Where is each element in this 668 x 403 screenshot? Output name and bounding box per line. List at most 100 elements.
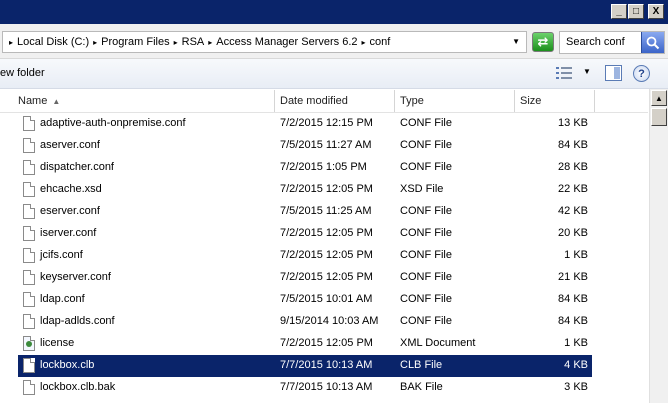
file-icon — [23, 116, 35, 131]
breadcrumb[interactable]: ▸ Local Disk (C:) ▸ Program Files ▸ RSA ▸ Ac… — [2, 31, 527, 53]
refresh-button[interactable]: ⇄ — [532, 32, 554, 52]
breadcrumb-item[interactable]: ▸ conf — [358, 36, 391, 48]
file-name: lockbox.clb.bak — [40, 381, 116, 393]
file-name: ldap.conf — [40, 293, 85, 305]
file-row[interactable]: ehcache.xsd 7/2/2015 12:05 PM XSD File 22 K… — [18, 179, 592, 201]
file-row[interactable]: ldap.conf 7/5/2015 10:01 AM CONF File 84 KB — [18, 289, 592, 311]
close-button[interactable]: X — [648, 4, 664, 19]
file-icon — [23, 248, 35, 263]
file-row[interactable]: aserver.conf 7/5/2015 11:27 AM CONF File 84… — [18, 135, 592, 157]
file-icon — [23, 182, 35, 197]
file-name: aserver.conf — [40, 139, 100, 151]
breadcrumb-item[interactable]: ▸ Access Manager Servers 6.2 — [204, 36, 357, 48]
file-row[interactable]: jcifs.conf 7/2/2015 12:05 PM CONF File 1 KB — [18, 245, 592, 267]
file-type: CONF File — [400, 293, 452, 305]
scroll-thumb[interactable] — [651, 108, 667, 126]
file-size: 42 KB — [558, 205, 588, 217]
command-toolbar: ew folder ▼ ? — [0, 59, 668, 89]
file-icon — [23, 160, 35, 175]
file-type: CONF File — [400, 205, 452, 217]
new-folder-button[interactable]: ew folder — [0, 67, 45, 79]
file-type: XML Document — [400, 337, 476, 349]
search-placeholder: Search conf — [566, 36, 625, 48]
column-header-name[interactable]: Name ▲ — [13, 90, 275, 112]
search-button[interactable] — [641, 32, 664, 53]
file-date-modified: 7/2/2015 12:15 PM — [280, 117, 373, 129]
file-icon — [23, 358, 35, 373]
breadcrumb-item[interactable]: ▸ RSA — [170, 36, 205, 48]
column-header-date[interactable]: Date modified — [275, 90, 395, 112]
file-type: CLB File — [400, 359, 443, 371]
file-size: 28 KB — [558, 161, 588, 173]
file-row[interactable]: dispatcher.conf 7/2/2015 1:05 PM CONF File… — [18, 157, 592, 179]
file-icon — [23, 314, 35, 329]
file-icon — [23, 380, 35, 395]
file-size: 84 KB — [558, 293, 588, 305]
file-name: dispatcher.conf — [40, 161, 114, 173]
file-icon — [23, 204, 35, 219]
file-date-modified: 7/2/2015 12:05 PM — [280, 271, 373, 283]
file-type: CONF File — [400, 249, 452, 261]
file-size: 20 KB — [558, 227, 588, 239]
search-input[interactable]: Search conf — [559, 31, 665, 54]
file-type: CONF File — [400, 271, 452, 283]
file-type: CONF File — [400, 227, 452, 239]
minimize-button[interactable]: _ — [611, 4, 627, 19]
file-date-modified: 7/2/2015 12:05 PM — [280, 227, 373, 239]
file-date-modified: 7/2/2015 12:05 PM — [280, 337, 373, 349]
file-date-modified: 7/7/2015 10:13 AM — [280, 359, 373, 371]
chevron-right-icon[interactable]: ▸ — [174, 38, 178, 47]
file-type: CONF File — [400, 117, 452, 129]
chevron-right-icon[interactable]: ▸ — [362, 38, 366, 47]
file-size: 4 KB — [564, 359, 588, 371]
file-size: 13 KB — [558, 117, 588, 129]
file-size: 84 KB — [558, 315, 588, 327]
address-bar: ▸ Local Disk (C:) ▸ Program Files ▸ RSA ▸ Ac… — [0, 24, 668, 59]
file-name: lockbox.clb — [40, 359, 95, 371]
xml-file-icon — [23, 336, 35, 351]
file-row[interactable]: ldap-adlds.conf 9/15/2014 10:03 AM CONF Fi… — [18, 311, 592, 333]
title-bar: _ □ X — [0, 0, 668, 24]
column-header-size[interactable]: Size — [515, 90, 595, 112]
file-row[interactable]: iserver.conf 7/2/2015 12:05 PM CONF File 20… — [18, 223, 592, 245]
chevron-right-icon[interactable]: ▸ — [9, 38, 13, 47]
file-row[interactable]: adaptive-auth-onpremise.conf 7/2/2015 12:… — [18, 113, 592, 135]
file-date-modified: 7/7/2015 10:13 AM — [280, 381, 373, 393]
file-type: XSD File — [400, 183, 444, 195]
refresh-icon: ⇄ — [537, 34, 549, 49]
maximize-button[interactable]: □ — [628, 4, 644, 19]
file-type: CONF File — [400, 139, 452, 151]
view-details-icon[interactable] — [556, 67, 572, 79]
vertical-scrollbar[interactable]: ▲ — [649, 89, 668, 403]
file-list: Name ▲ Date modified Type Size adaptive-a… — [0, 89, 668, 403]
chevron-right-icon[interactable]: ▸ — [208, 38, 212, 47]
file-date-modified: 7/5/2015 11:25 AM — [280, 205, 372, 217]
file-row[interactable]: lockbox.clb 7/7/2015 10:13 AM CLB File 4 KB — [18, 355, 592, 377]
file-date-modified: 7/5/2015 11:27 AM — [280, 139, 372, 151]
file-icon — [23, 292, 35, 307]
file-icon — [23, 270, 35, 285]
address-dropdown-icon[interactable]: ▼ — [512, 37, 520, 46]
preview-pane-icon[interactable] — [605, 65, 622, 81]
file-date-modified: 7/2/2015 12:05 PM — [280, 249, 373, 261]
column-header-type[interactable]: Type — [395, 90, 515, 112]
file-name: iserver.conf — [40, 227, 97, 239]
chevron-right-icon[interactable]: ▸ — [93, 38, 97, 47]
file-row[interactable]: eserver.conf 7/5/2015 11:25 AM CONF File 42… — [18, 201, 592, 223]
file-row[interactable]: lockbox.clb.bak 7/7/2015 10:13 AM BAK File… — [18, 377, 592, 399]
view-dropdown-icon[interactable]: ▼ — [583, 67, 591, 76]
file-size: 21 KB — [558, 271, 588, 283]
breadcrumb-item[interactable]: ▸ Local Disk (C:) — [5, 36, 89, 48]
help-icon[interactable]: ? — [633, 65, 650, 82]
file-type: CONF File — [400, 315, 452, 327]
file-row[interactable]: keyserver.conf 7/2/2015 12:05 PM CONF File… — [18, 267, 592, 289]
file-name: license — [40, 337, 75, 349]
file-name: ldap-adlds.conf — [40, 315, 115, 327]
file-name: jcifs.conf — [40, 249, 83, 261]
breadcrumb-item[interactable]: ▸ Program Files — [89, 36, 169, 48]
file-size: 1 KB — [564, 249, 588, 261]
scroll-up-button[interactable]: ▲ — [651, 90, 667, 106]
file-row[interactable]: license 7/2/2015 12:05 PM XML Document 1 KB — [18, 333, 592, 355]
file-type: CONF File — [400, 161, 452, 173]
file-name: keyserver.conf — [40, 271, 111, 283]
